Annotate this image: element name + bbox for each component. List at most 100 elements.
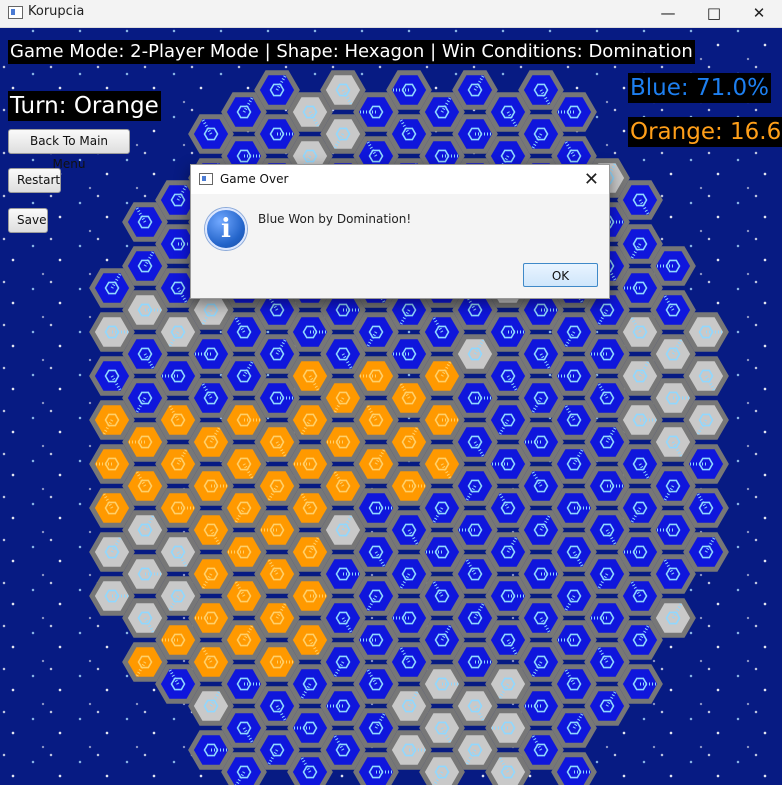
hex-cell[interactable] (221, 532, 267, 572)
hex-cell[interactable] (551, 92, 597, 132)
hex-cell[interactable] (122, 642, 168, 682)
hex-cell[interactable] (320, 378, 366, 418)
hex-cell[interactable] (155, 664, 201, 704)
hex-cell[interactable] (89, 576, 135, 616)
hex-cell[interactable] (353, 664, 399, 704)
hex-cell[interactable] (89, 268, 135, 308)
hex-cell[interactable] (353, 92, 399, 132)
hex-cell[interactable] (254, 422, 300, 462)
hex-cell[interactable] (419, 488, 465, 528)
hex-cell[interactable] (188, 466, 234, 506)
hex-cell[interactable] (155, 312, 201, 352)
hex-cell[interactable] (485, 400, 531, 440)
hex-cell[interactable] (518, 598, 564, 638)
hex-cell[interactable] (485, 356, 531, 396)
hex-cell[interactable] (353, 356, 399, 396)
hex-cell[interactable] (254, 378, 300, 418)
hex-tile[interactable] (551, 752, 597, 785)
hex-cell[interactable] (584, 378, 630, 418)
hex-cell[interactable] (89, 356, 135, 396)
hex-cell[interactable] (221, 708, 267, 748)
hex-cell[interactable] (452, 510, 498, 550)
hex-cell[interactable] (254, 598, 300, 638)
save-button[interactable]: Save (8, 208, 48, 233)
hex-cell[interactable] (617, 400, 663, 440)
hex-cell[interactable] (386, 686, 432, 726)
hex-cell[interactable] (386, 554, 432, 594)
hex-cell[interactable] (485, 488, 531, 528)
hex-cell[interactable] (518, 642, 564, 682)
hex-cell[interactable] (188, 598, 234, 638)
hex-cell[interactable] (518, 422, 564, 462)
hex-cell[interactable] (485, 664, 531, 704)
hex-cell[interactable] (419, 576, 465, 616)
hex-cell[interactable] (419, 92, 465, 132)
hex-cell[interactable] (254, 334, 300, 374)
hex-cell[interactable] (452, 378, 498, 418)
hex-cell[interactable] (287, 752, 333, 785)
hex-cell[interactable] (320, 114, 366, 154)
hex-cell[interactable] (353, 400, 399, 440)
hex-cell[interactable] (287, 620, 333, 660)
hex-cell[interactable] (122, 378, 168, 418)
hex-cell[interactable] (584, 510, 630, 550)
hex-cell[interactable] (452, 730, 498, 770)
hex-cell[interactable] (452, 642, 498, 682)
hex-cell[interactable] (584, 598, 630, 638)
hex-cell[interactable] (419, 532, 465, 572)
hex-cell[interactable] (551, 576, 597, 616)
hex-cell[interactable] (155, 444, 201, 484)
hex-cell[interactable] (155, 488, 201, 528)
hex-cell[interactable] (287, 532, 333, 572)
hex-cell[interactable] (287, 488, 333, 528)
hex-cell[interactable] (221, 356, 267, 396)
hex-cell[interactable] (683, 444, 729, 484)
hex-cell[interactable] (551, 708, 597, 748)
hex-cell[interactable] (551, 488, 597, 528)
hex-cell[interactable] (155, 356, 201, 396)
hex-cell[interactable] (617, 620, 663, 660)
hex-cell[interactable] (221, 576, 267, 616)
hex-cell[interactable] (254, 554, 300, 594)
hex-cell[interactable] (485, 708, 531, 748)
hex-cell[interactable] (485, 576, 531, 616)
hex-cell[interactable] (683, 532, 729, 572)
hex-cell[interactable] (254, 730, 300, 770)
hex-cell[interactable] (155, 576, 201, 616)
hex-cell[interactable] (89, 532, 135, 572)
hex-tile[interactable] (485, 752, 531, 785)
hex-cell[interactable] (353, 488, 399, 528)
hex-cell[interactable] (452, 422, 498, 462)
hex-cell[interactable] (188, 334, 234, 374)
hex-cell[interactable] (320, 466, 366, 506)
hex-cell[interactable] (617, 488, 663, 528)
hex-cell[interactable] (452, 466, 498, 506)
hex-cell[interactable] (452, 70, 498, 110)
hex-cell[interactable] (584, 466, 630, 506)
hex-cell[interactable] (89, 444, 135, 484)
hex-cell[interactable] (419, 708, 465, 748)
minimize-button[interactable]: — (645, 0, 691, 27)
hex-cell[interactable] (419, 356, 465, 396)
hex-cell[interactable] (650, 510, 696, 550)
hex-cell[interactable] (551, 312, 597, 352)
hex-cell[interactable] (617, 312, 663, 352)
hex-cell[interactable] (452, 114, 498, 154)
hex-cell[interactable] (320, 730, 366, 770)
hex-cell[interactable] (485, 312, 531, 352)
hex-cell[interactable] (386, 598, 432, 638)
hex-cell[interactable] (386, 510, 432, 550)
hex-cell[interactable] (650, 246, 696, 286)
hex-cell[interactable] (320, 686, 366, 726)
hex-cell[interactable] (221, 488, 267, 528)
hex-cell[interactable] (353, 752, 399, 785)
hex-cell[interactable] (650, 422, 696, 462)
hex-cell[interactable] (617, 532, 663, 572)
hex-cell[interactable] (188, 378, 234, 418)
hex-cell[interactable] (617, 664, 663, 704)
hex-tile[interactable] (419, 752, 465, 785)
hex-cell[interactable] (683, 400, 729, 440)
hex-cell[interactable] (485, 620, 531, 660)
hex-cell[interactable] (452, 598, 498, 638)
hex-cell[interactable] (221, 620, 267, 660)
